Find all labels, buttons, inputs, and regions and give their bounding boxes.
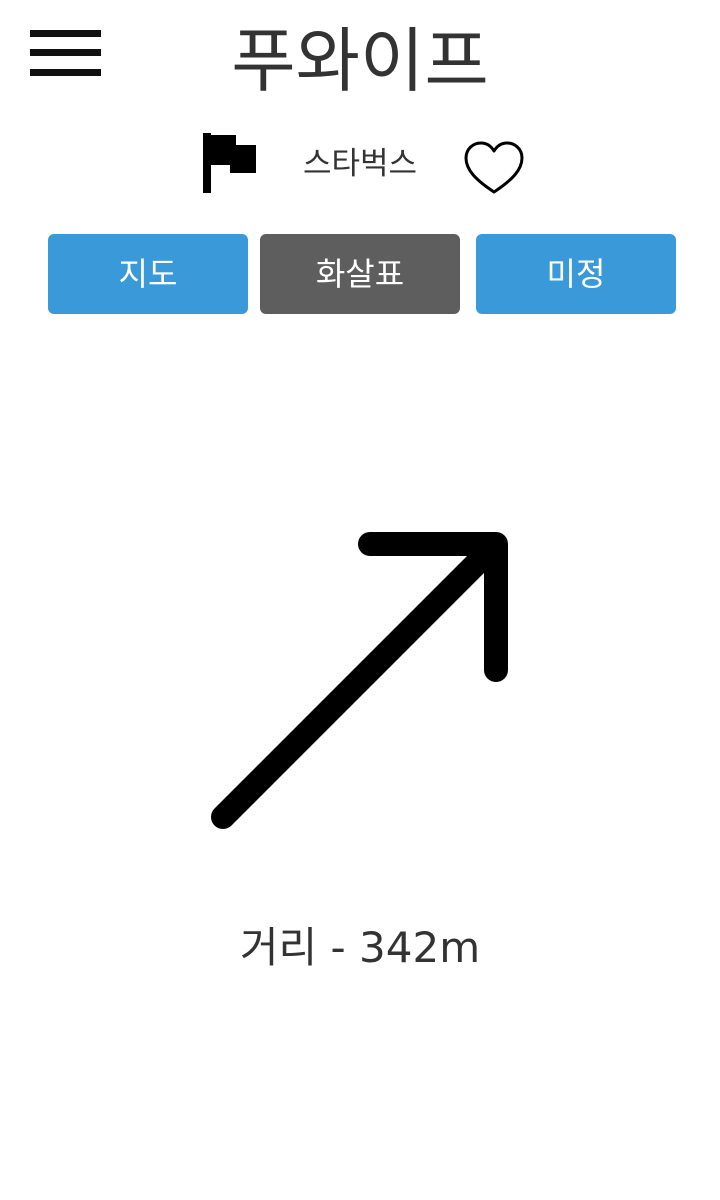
- place-name: 스타벅스: [302, 146, 418, 182]
- tab-map[interactable]: 지도: [48, 234, 248, 314]
- view-tabs: 지도 화살표 미정: [0, 234, 720, 314]
- tab-arrow[interactable]: 화살표: [260, 234, 460, 314]
- flag-icon[interactable]: [200, 131, 258, 193]
- tab-undecided[interactable]: 미정: [476, 234, 676, 314]
- place-row: 스타벅스: [0, 128, 720, 196]
- heart-icon[interactable]: [462, 140, 526, 196]
- direction-arrow-icon: [211, 532, 508, 829]
- distance-label: 거리 - 342m: [239, 923, 481, 972]
- app-title: 푸와이프: [231, 20, 489, 102]
